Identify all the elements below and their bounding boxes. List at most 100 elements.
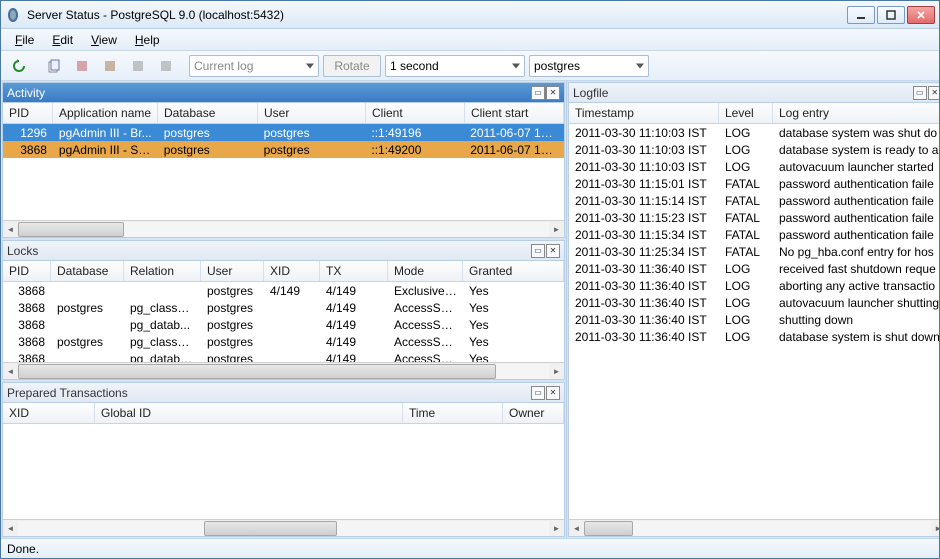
cell: 4/149 (320, 284, 388, 298)
col-time[interactable]: Time (403, 403, 503, 423)
menubar: File Edit View Help (1, 29, 939, 51)
col-db[interactable]: Database (51, 261, 124, 281)
menu-file[interactable]: File (7, 31, 42, 49)
window-title: Server Status - PostgreSQL 9.0 (localhos… (27, 8, 847, 22)
close-button[interactable] (907, 6, 935, 24)
scroll-right-icon[interactable]: ► (931, 521, 939, 536)
table-row[interactable]: 2011-03-30 11:10:03 ISTLOGautovacuum lau… (569, 158, 939, 175)
col-pid[interactable]: PID (3, 103, 53, 123)
refresh-interval-combo[interactable]: 1 second (385, 55, 525, 77)
table-row[interactable]: 2011-03-30 11:36:40 ISTLOGautovacuum lau… (569, 294, 939, 311)
cell: 2011-06-07 12:38 (464, 126, 564, 140)
table-row[interactable]: 3868postgrespg_class_r...postgres4/149Ac… (3, 299, 564, 316)
col-owner[interactable]: Owner (503, 403, 564, 423)
cell: FATAL (719, 211, 773, 225)
cell: 3868 (3, 143, 53, 157)
table-row[interactable]: 2011-03-30 11:15:23 ISTFATALpassword aut… (569, 209, 939, 226)
panel-close-icon[interactable]: ✕ (928, 86, 939, 100)
table-row[interactable]: 1296pgAdmin III - Br...postgrespostgres:… (3, 124, 564, 141)
scroll-right-icon[interactable]: ► (549, 521, 564, 536)
prepared-title: Prepared Transactions (7, 386, 531, 400)
table-row[interactable]: 2011-03-30 11:36:40 ISTLOGdatabase syste… (569, 328, 939, 345)
rollback-icon[interactable] (154, 54, 178, 78)
table-row[interactable]: 2011-03-30 11:15:14 ISTFATALpassword aut… (569, 192, 939, 209)
activity-hscroll[interactable]: ◄ ► (3, 220, 564, 237)
locks-columns: PID Database Relation User XID TX Mode G… (3, 261, 564, 282)
col-start[interactable]: Client start (465, 103, 564, 123)
currentlog-combo[interactable]: Current log (189, 55, 319, 77)
maximize-button[interactable] (877, 6, 905, 24)
cancel-query-icon[interactable] (70, 54, 94, 78)
menu-help[interactable]: Help (127, 31, 168, 49)
terminate-backend-icon[interactable] (98, 54, 122, 78)
table-row[interactable]: 2011-03-30 11:36:40 ISTLOGshutting down (569, 311, 939, 328)
table-row[interactable]: 2011-03-30 11:10:03 ISTLOGdatabase syste… (569, 141, 939, 158)
table-row[interactable]: 3868pg_datab...postgres4/149AccessSha...… (3, 316, 564, 333)
cell: Yes (463, 335, 523, 349)
cell: received fast shutdown reque (773, 262, 939, 276)
panel-close-icon[interactable]: ✕ (546, 386, 560, 400)
scroll-right-icon[interactable]: ► (549, 364, 564, 379)
scroll-left-icon[interactable]: ◄ (569, 521, 584, 536)
table-row[interactable]: 2011-03-30 11:15:34 ISTFATALpassword aut… (569, 226, 939, 243)
activity-rows[interactable]: 1296pgAdmin III - Br...postgrespostgres:… (3, 124, 564, 220)
col-granted[interactable]: Granted (463, 261, 564, 281)
table-row[interactable]: 2011-03-30 11:36:40 ISTLOGreceived fast … (569, 260, 939, 277)
panel-restore-icon[interactable]: ▭ (531, 386, 545, 400)
scroll-right-icon[interactable]: ► (549, 222, 564, 237)
table-row[interactable]: 2011-03-30 11:36:40 ISTLOGaborting any a… (569, 277, 939, 294)
scroll-left-icon[interactable]: ◄ (3, 364, 18, 379)
rotate-button[interactable]: Rotate (323, 55, 381, 77)
copy-icon[interactable] (42, 54, 66, 78)
col-rel[interactable]: Relation (124, 261, 201, 281)
col-entry[interactable]: Log entry (773, 103, 939, 123)
logfile-title: Logfile (573, 86, 913, 100)
panel-close-icon[interactable]: ✕ (546, 86, 560, 100)
col-mode[interactable]: Mode (388, 261, 463, 281)
minimize-button[interactable] (847, 6, 875, 24)
col-xid[interactable]: XID (3, 403, 95, 423)
menu-edit[interactable]: Edit (44, 31, 81, 49)
scroll-left-icon[interactable]: ◄ (3, 222, 18, 237)
cell: shutting down (773, 313, 939, 327)
menu-view[interactable]: View (83, 31, 125, 49)
col-db[interactable]: Database (158, 103, 258, 123)
panel-restore-icon[interactable]: ▭ (531, 244, 545, 258)
col-user[interactable]: User (258, 103, 366, 123)
prepared-rows[interactable] (3, 424, 564, 519)
locks-rows[interactable]: 3868postgres4/1494/149ExclusiveL...Yes38… (3, 282, 564, 362)
col-level[interactable]: Level (719, 103, 773, 123)
table-row[interactable]: 3868postgrespg_class_r...postgres4/149Ac… (3, 333, 564, 350)
panel-restore-icon[interactable]: ▭ (531, 86, 545, 100)
col-tx[interactable]: TX (320, 261, 388, 281)
table-row[interactable]: 2011-03-30 11:15:01 ISTFATALpassword aut… (569, 175, 939, 192)
table-row[interactable]: 3868pgAdmin III - Se...postgrespostgres:… (3, 141, 564, 158)
table-row[interactable]: 2011-03-30 11:25:34 ISTFATALNo pg_hba.co… (569, 243, 939, 260)
commit-icon[interactable] (126, 54, 150, 78)
table-row[interactable]: 3868pg_databasepostgres4/149AccessSha...… (3, 350, 564, 362)
refresh-icon[interactable] (7, 54, 31, 78)
col-gid[interactable]: Global ID (95, 403, 403, 423)
cell: postgres (201, 301, 264, 315)
locks-hscroll[interactable]: ◄ ► (3, 362, 564, 379)
col-xid[interactable]: XID (264, 261, 320, 281)
panel-restore-icon[interactable]: ▭ (913, 86, 927, 100)
col-app[interactable]: Application name (53, 103, 158, 123)
col-client[interactable]: Client (366, 103, 465, 123)
col-ts[interactable]: Timestamp (569, 103, 719, 123)
logfile-hscroll[interactable]: ◄ ► (569, 519, 939, 536)
col-pid[interactable]: PID (3, 261, 51, 281)
cell: password authentication faile (773, 177, 939, 191)
locks-title: Locks (7, 244, 531, 258)
cell: autovacuum launcher shutting (773, 296, 939, 310)
database-combo[interactable]: postgres (529, 55, 649, 77)
panel-close-icon[interactable]: ✕ (546, 244, 560, 258)
cell: FATAL (719, 194, 773, 208)
table-row[interactable]: 3868postgres4/1494/149ExclusiveL...Yes (3, 282, 564, 299)
chevron-down-icon (636, 63, 644, 68)
prepared-hscroll[interactable]: ◄ ► (3, 519, 564, 536)
logfile-rows[interactable]: 2011-03-30 11:10:03 ISTLOGdatabase syste… (569, 124, 939, 519)
scroll-left-icon[interactable]: ◄ (3, 521, 18, 536)
col-user[interactable]: User (201, 261, 264, 281)
table-row[interactable]: 2011-03-30 11:10:03 ISTLOGdatabase syste… (569, 124, 939, 141)
